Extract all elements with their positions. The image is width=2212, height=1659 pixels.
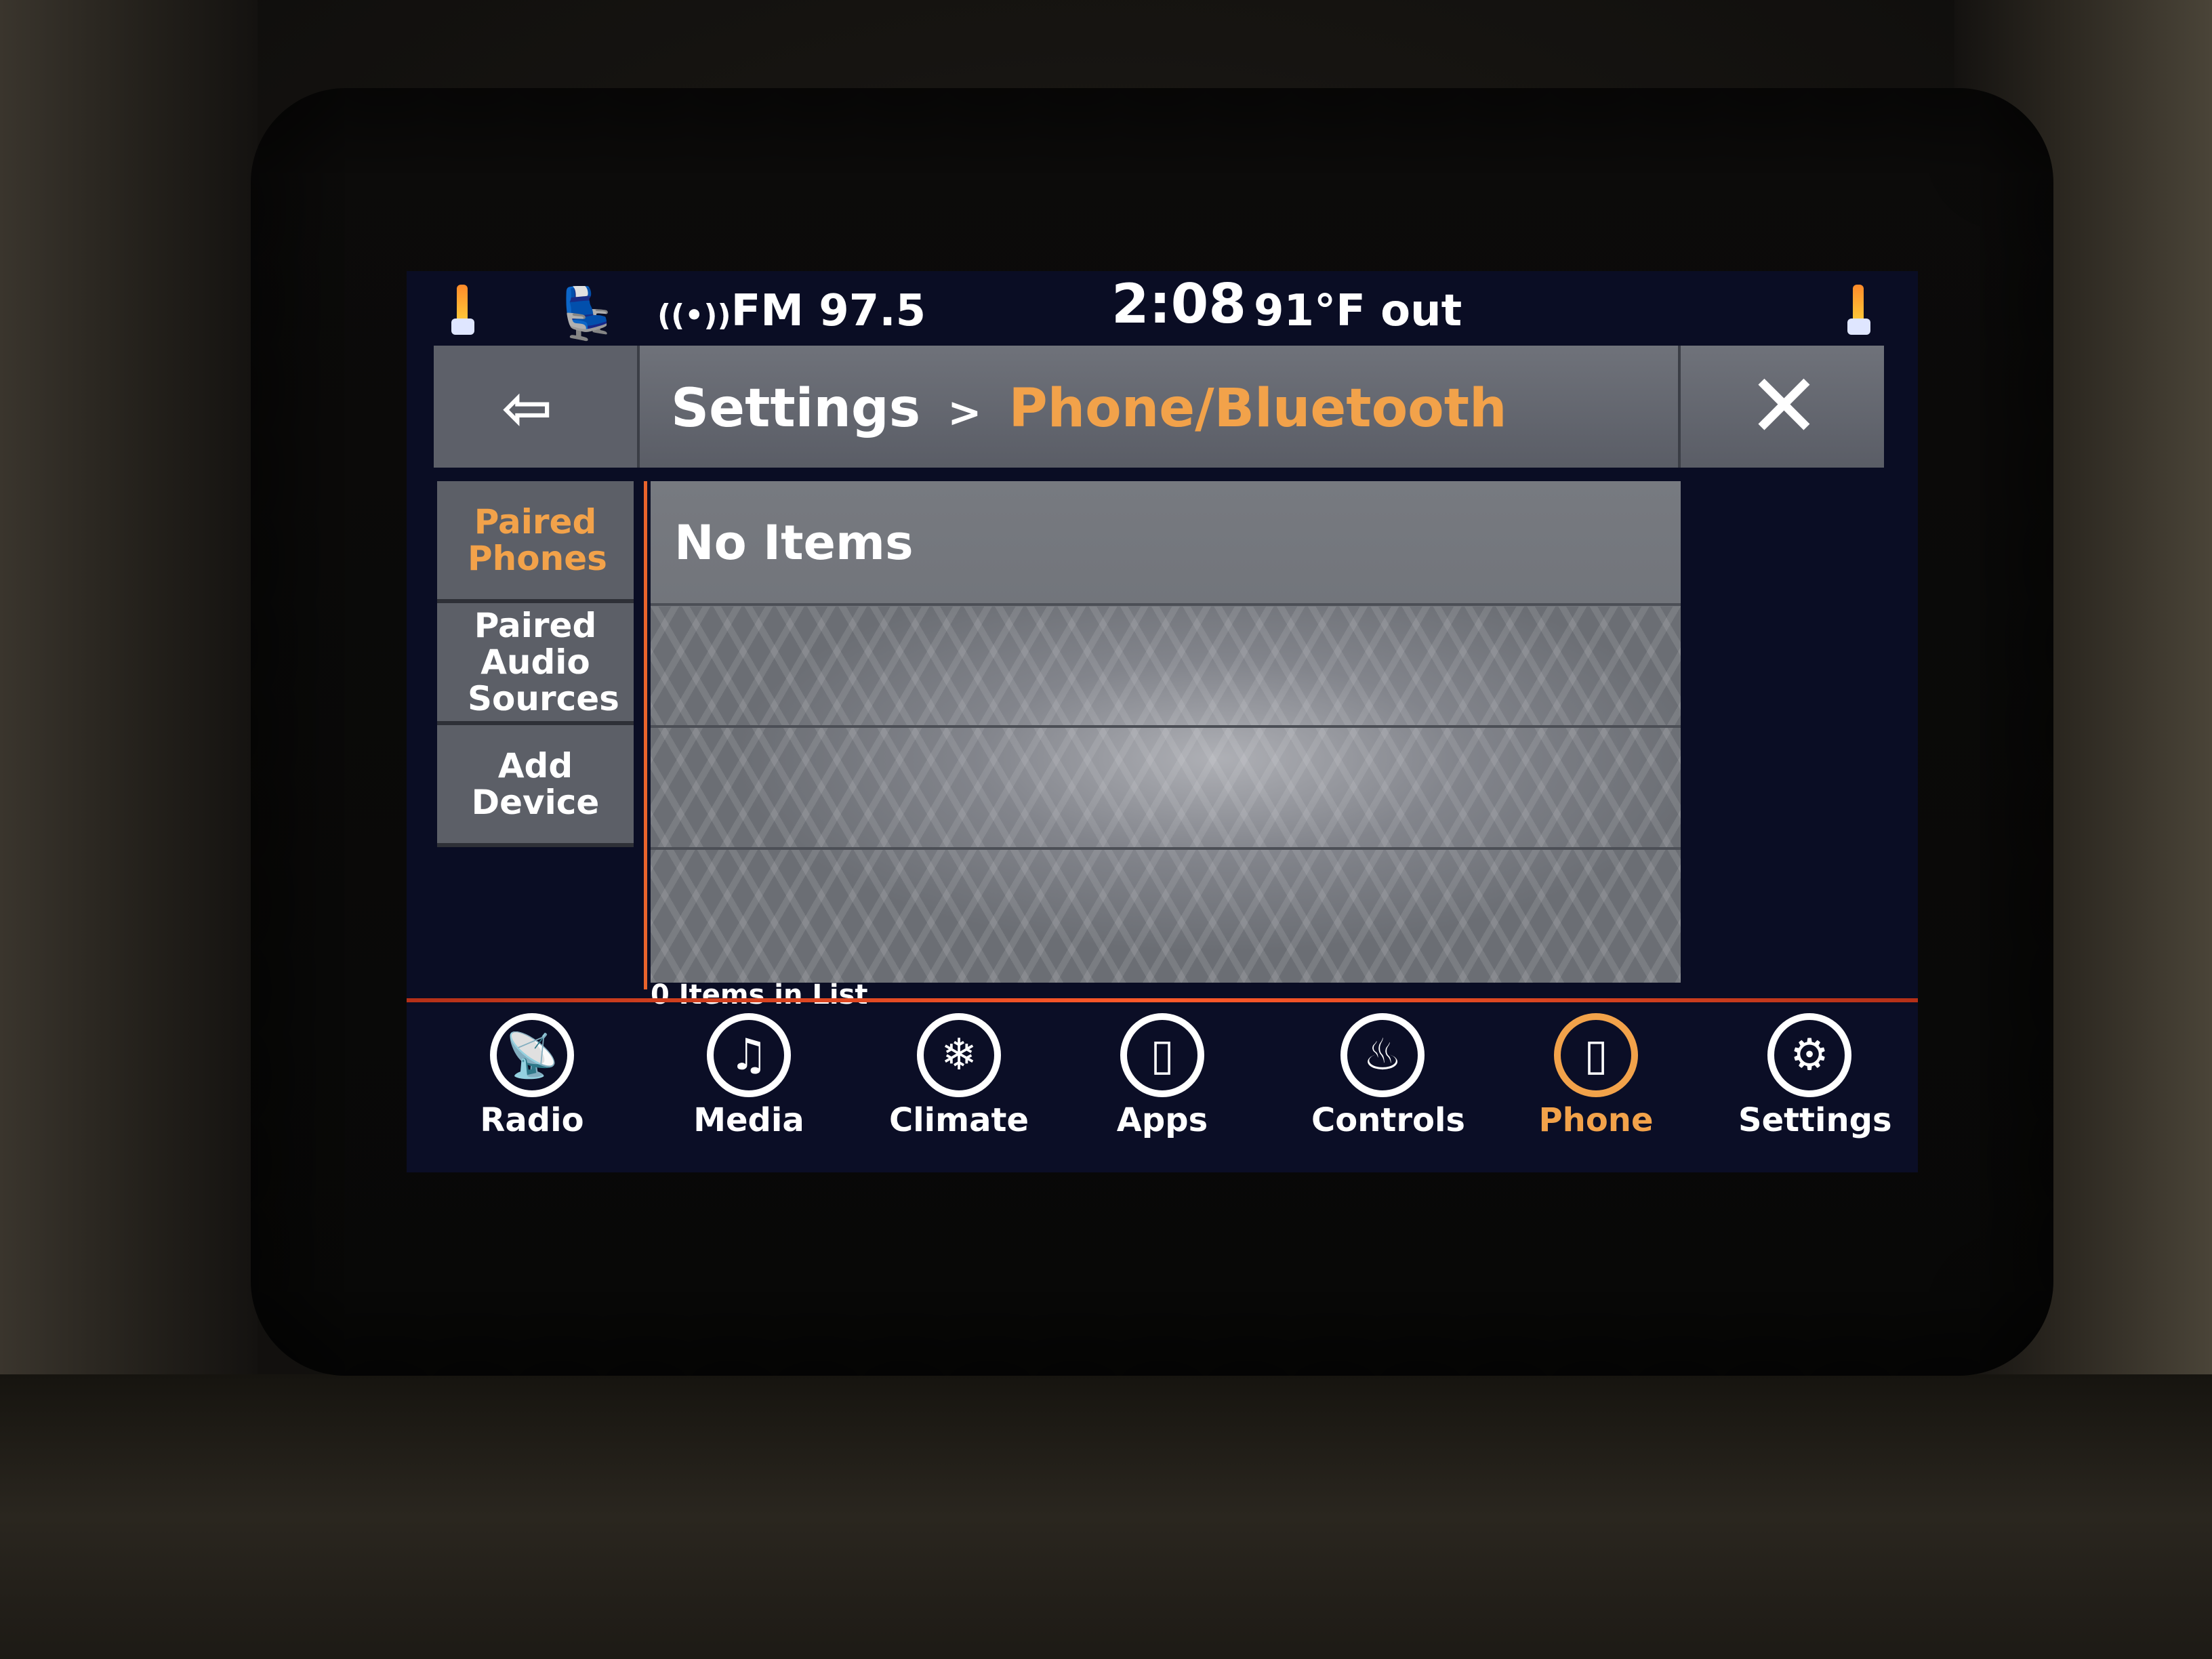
- empty-list-text: No Items: [674, 515, 914, 571]
- clock: 2:08: [1111, 272, 1246, 335]
- tab-label: Paired Audio Sources: [468, 606, 619, 718]
- row-divider: [651, 847, 1681, 850]
- bottom-nav: 📡 Radio ♫ Media ❄ Climate ▯ Apps ♨ Contr…: [407, 1006, 1918, 1172]
- breadcrumb-current: Phone/Bluetooth: [1008, 378, 1507, 439]
- infotainment-screen: 💺 ((•))FM 97.5 2:08 91°F out ⇦ Settings >…: [407, 271, 1918, 1172]
- outside-temperature: 91°F out: [1254, 286, 1462, 336]
- heated-seat-icon[interactable]: 💺: [556, 285, 618, 344]
- nav-label: Controls: [1311, 1101, 1465, 1139]
- nav-label: Settings: [1738, 1101, 1892, 1139]
- row-divider: [651, 725, 1681, 728]
- nav-label: Climate: [888, 1101, 1029, 1139]
- breadcrumb-separator: >: [947, 389, 982, 436]
- status-bar: 💺 ((•))FM 97.5 2:08 91°F out: [407, 271, 1918, 343]
- passenger-heat-icon[interactable]: [1843, 285, 1873, 339]
- music-note-icon: ♫: [707, 1013, 791, 1097]
- header-bar: ⇦ Settings > Phone/Bluetooth ✕: [434, 346, 1884, 468]
- back-button[interactable]: ⇦: [434, 346, 640, 468]
- back-arrow-icon: ⇦: [501, 373, 553, 444]
- radio-status: ((•))FM 97.5: [657, 287, 926, 340]
- close-icon: ✕: [1747, 354, 1821, 457]
- nav-settings[interactable]: ⚙ Settings: [1738, 1013, 1892, 1139]
- nav-radio[interactable]: 📡 Radio: [461, 1013, 603, 1139]
- tab-add-device[interactable]: Add Device: [437, 725, 634, 847]
- tab-label: Add Device: [471, 746, 600, 822]
- nav-label: Phone: [1538, 1101, 1654, 1139]
- close-button[interactable]: ✕: [1678, 346, 1884, 468]
- nav-phone[interactable]: ▯ Phone: [1525, 1013, 1667, 1139]
- tab-paired-audio-sources[interactable]: Paired Audio Sources: [437, 603, 634, 725]
- gear-icon: ⚙: [1767, 1013, 1851, 1097]
- row-divider: [651, 603, 1681, 606]
- breadcrumb: Settings > Phone/Bluetooth: [671, 378, 1507, 439]
- paired-phones-list[interactable]: No Items: [651, 481, 1681, 983]
- driver-heat-icon[interactable]: [447, 285, 477, 339]
- nav-label: Media: [693, 1101, 804, 1139]
- nav-label: Radio: [480, 1101, 584, 1139]
- radio-icon: 📡: [490, 1013, 574, 1097]
- fan-icon: ❄: [917, 1013, 1001, 1097]
- nav-accent-line: [407, 998, 1918, 1002]
- nav-media[interactable]: ♫ Media: [678, 1013, 820, 1139]
- apps-icon: ▯: [1120, 1013, 1204, 1097]
- background-pattern: [651, 607, 1681, 983]
- breadcrumb-settings[interactable]: Settings: [671, 378, 920, 439]
- dashboard-bottom: [0, 1374, 2212, 1659]
- nav-label: Apps: [1116, 1101, 1208, 1139]
- antenna-icon: ((•)): [657, 298, 731, 333]
- nav-apps[interactable]: ▯ Apps: [1091, 1013, 1233, 1139]
- seat-control-icon: ♨: [1340, 1013, 1425, 1097]
- radio-station: FM 97.5: [731, 286, 926, 336]
- phone-icon: ▯: [1554, 1013, 1638, 1097]
- list-focus-line: [644, 481, 647, 989]
- nav-climate[interactable]: ❄ Climate: [888, 1013, 1030, 1139]
- tab-label: Paired Phones: [468, 502, 607, 578]
- nav-controls[interactable]: ♨ Controls: [1311, 1013, 1465, 1139]
- tab-paired-phones[interactable]: Paired Phones: [437, 481, 634, 603]
- sidebar: Paired Phones Paired Audio Sources Add D…: [437, 481, 634, 847]
